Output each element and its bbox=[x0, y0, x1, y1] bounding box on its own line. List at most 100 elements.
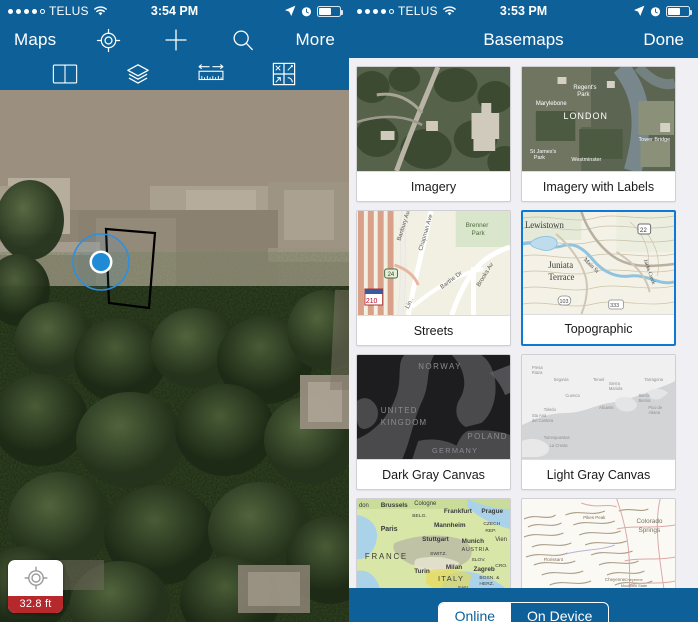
basemap-card-light-gray-canvas[interactable]: Presa Riaza Segovia Cuenca Teruel Sierra M… bbox=[521, 354, 676, 490]
search-icon[interactable] bbox=[228, 28, 258, 52]
compass-target-icon bbox=[8, 560, 63, 596]
svg-text:Zagreb: Zagreb bbox=[473, 566, 494, 573]
basemap-card-imagery[interactable]: Imagery bbox=[356, 66, 511, 202]
carrier-label: TELUS bbox=[49, 4, 89, 18]
svg-text:Vien: Vien bbox=[495, 537, 507, 543]
svg-text:Toledo: Toledo bbox=[544, 407, 557, 412]
svg-text:Brenner: Brenner bbox=[466, 222, 490, 229]
svg-text:Segovia: Segovia bbox=[554, 377, 570, 382]
svg-text:Pikes Peak: Pikes Peak bbox=[583, 515, 606, 520]
source-segmented-control[interactable]: Online On Device bbox=[437, 601, 610, 622]
basemap-thumbnail-natgeo: don Brussels Cologne Frankfurt Prague BEL… bbox=[357, 499, 510, 588]
basemap-label: Topographic bbox=[523, 314, 674, 343]
svg-text:Munich: Munich bbox=[462, 538, 484, 545]
basemaps-navbar: Basemaps Done bbox=[349, 22, 698, 58]
svg-text:Colorado: Colorado bbox=[637, 518, 663, 525]
basemap-label: Streets bbox=[357, 315, 510, 345]
sketch-icon[interactable] bbox=[269, 62, 299, 86]
location-arrow-icon bbox=[633, 5, 645, 17]
map-canvas[interactable]: 32.8 ft bbox=[0, 90, 349, 622]
segment-online[interactable]: Online bbox=[438, 602, 512, 622]
status-bar-right: TELUS 3:53 PM bbox=[349, 0, 698, 22]
svg-text:AUSTRIA: AUSTRIA bbox=[462, 547, 490, 553]
wifi-icon bbox=[93, 5, 107, 17]
svg-text:Juniata: Juniata bbox=[548, 260, 573, 270]
svg-text:Cheyenne: Cheyenne bbox=[605, 577, 626, 582]
maps-button[interactable]: Maps bbox=[14, 30, 56, 50]
svg-text:HERZ.: HERZ. bbox=[479, 581, 494, 587]
svg-text:Cheyenne: Cheyenne bbox=[625, 577, 644, 582]
svg-text:Prague: Prague bbox=[481, 508, 503, 515]
basemap-grid: Imagery Regent's Park Marylebone LONDON … bbox=[349, 58, 698, 588]
svg-text:Teruel: Teruel bbox=[593, 377, 604, 382]
alarm-clock-icon bbox=[301, 6, 312, 17]
layers-icon[interactable] bbox=[123, 62, 153, 86]
basemaps-list[interactable]: Imagery Regent's Park Marylebone LONDON … bbox=[349, 58, 698, 588]
svg-text:CZECH: CZECH bbox=[483, 521, 500, 527]
locate-icon[interactable] bbox=[94, 28, 124, 52]
svg-text:333: 333 bbox=[610, 303, 619, 309]
basemap-card-dark-gray-canvas[interactable]: NORWAY UNITED KINGDOM POLAND GERMANY Dar… bbox=[356, 354, 511, 490]
svg-text:Springs: Springs bbox=[638, 527, 660, 534]
basemap-thumbnail-streets: Banbury Ave Chapman Ave Brenner Park Bar… bbox=[357, 211, 510, 315]
basemap-card-terrain[interactable]: Colorado Springs Pikes Peak Florissant C… bbox=[521, 498, 676, 588]
more-button[interactable]: More bbox=[295, 30, 335, 50]
svg-text:24: 24 bbox=[388, 272, 395, 278]
basemap-card-streets[interactable]: Banbury Ave Chapman Ave Brenner Park Bar… bbox=[356, 210, 511, 346]
bookmarks-icon[interactable] bbox=[50, 62, 80, 86]
svg-text:Mountain State: Mountain State bbox=[621, 583, 648, 588]
page-title: Basemaps bbox=[483, 30, 564, 49]
svg-text:KINGDOM: KINGDOM bbox=[381, 418, 428, 427]
svg-text:BELG.: BELG. bbox=[412, 513, 426, 519]
svg-text:210: 210 bbox=[366, 298, 378, 305]
wifi-icon bbox=[442, 5, 456, 17]
svg-text:Bernia: Bernia bbox=[638, 398, 651, 403]
svg-text:BOSN. &: BOSN. & bbox=[479, 575, 500, 581]
svg-text:Park: Park bbox=[534, 155, 545, 161]
scale-value: 32.8 ft bbox=[8, 596, 63, 613]
segment-on-device[interactable]: On Device bbox=[511, 603, 608, 622]
svg-text:Westminster: Westminster bbox=[571, 157, 601, 163]
svg-text:don: don bbox=[359, 503, 369, 509]
scale-widget[interactable]: 32.8 ft bbox=[8, 560, 63, 613]
basemap-card-national-geographic[interactable]: don Brussels Cologne Frankfurt Prague BEL… bbox=[356, 498, 511, 588]
basemap-label: Light Gray Canvas bbox=[522, 459, 675, 489]
svg-text:SLOV.: SLOV. bbox=[472, 557, 486, 563]
carrier-label: TELUS bbox=[398, 4, 438, 18]
basemap-source-toolbar: Online On Device bbox=[349, 588, 698, 622]
svg-text:Riaza: Riaza bbox=[532, 370, 543, 375]
svg-text:Mariola: Mariola bbox=[609, 386, 623, 391]
basemap-label: Imagery bbox=[357, 171, 510, 201]
add-icon[interactable] bbox=[161, 28, 191, 52]
basemap-card-imagery-with-labels[interactable]: Regent's Park Marylebone LONDON Tower Bri… bbox=[521, 66, 676, 202]
satellite-imagery bbox=[0, 90, 349, 622]
signal-strength-dots bbox=[357, 8, 394, 14]
svg-text:SAN: SAN bbox=[458, 585, 469, 588]
measure-icon[interactable] bbox=[196, 62, 226, 86]
basemap-label: Imagery with Labels bbox=[522, 171, 675, 201]
svg-text:La Cresta: La Cresta bbox=[550, 443, 569, 448]
map-navbar: Maps More bbox=[0, 22, 349, 58]
done-button[interactable]: Done bbox=[643, 30, 684, 50]
svg-text:Frankfurt: Frankfurt bbox=[444, 508, 473, 515]
svg-text:Lewistown: Lewistown bbox=[525, 220, 564, 230]
svg-text:Marylebone: Marylebone bbox=[536, 101, 568, 107]
svg-text:CRO.: CRO. bbox=[495, 563, 507, 569]
svg-text:SWITZ.: SWITZ. bbox=[430, 551, 447, 557]
svg-text:del Cantera: del Cantera bbox=[532, 418, 554, 423]
basemap-card-topographic[interactable]: 22 103 333 Lewistown Juniata Terrace Mai… bbox=[521, 210, 676, 346]
svg-text:FRANCE: FRANCE bbox=[365, 552, 408, 561]
svg-text:REP.: REP. bbox=[485, 528, 496, 534]
map-screen: TELUS 3:54 PM Maps More 32.8 ft bbox=[0, 0, 349, 622]
basemap-thumbnail-imagery bbox=[357, 67, 510, 171]
svg-text:Alicante: Alicante bbox=[599, 405, 614, 410]
svg-text:Tarragona: Tarragona bbox=[644, 377, 663, 382]
svg-text:ITALY: ITALY bbox=[438, 574, 464, 583]
svg-text:Park: Park bbox=[577, 92, 589, 98]
status-right-group bbox=[284, 5, 343, 17]
svg-text:UNITED: UNITED bbox=[381, 406, 418, 415]
svg-text:NORWAY: NORWAY bbox=[418, 362, 462, 371]
basemap-label: Dark Gray Canvas bbox=[357, 459, 510, 489]
svg-text:Mannheim: Mannheim bbox=[434, 522, 466, 529]
battery-icon bbox=[317, 5, 343, 17]
